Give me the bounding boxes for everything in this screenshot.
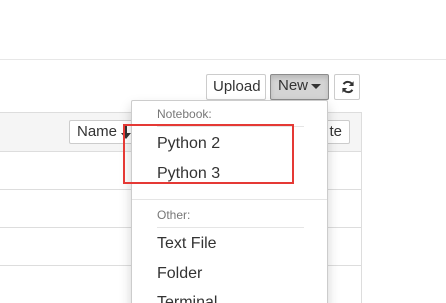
new-button-label: New bbox=[277, 77, 308, 94]
sort-by-name-button[interactable]: Name bbox=[69, 120, 139, 144]
refresh-icon bbox=[342, 80, 354, 94]
caret-down-icon bbox=[311, 83, 321, 89]
menu-item-python-2[interactable]: Python 2 bbox=[157, 135, 220, 153]
jupyter-file-browser: Upload New Name te Notebook: Python 2 Py… bbox=[0, 0, 446, 303]
menu-item-text-file[interactable]: Text File bbox=[157, 235, 217, 253]
modified-header-label: te bbox=[329, 123, 342, 140]
menu-divider bbox=[157, 227, 304, 228]
notebook-section-header: Notebook: bbox=[157, 107, 212, 121]
menu-divider bbox=[157, 126, 304, 127]
new-dropdown-button[interactable]: New bbox=[270, 74, 329, 100]
name-header-label: Name bbox=[77, 123, 118, 140]
refresh-button[interactable] bbox=[334, 74, 360, 100]
sort-down-icon bbox=[121, 125, 131, 139]
new-dropdown-menu: Notebook: Python 2 Python 3 Other: Text … bbox=[131, 100, 328, 303]
menu-item-folder[interactable]: Folder bbox=[157, 265, 202, 283]
menu-item-python-3[interactable]: Python 3 bbox=[157, 165, 220, 183]
menu-divider bbox=[132, 199, 327, 200]
header-divider bbox=[0, 59, 446, 60]
upload-button[interactable]: Upload bbox=[206, 74, 266, 100]
menu-item-terminal[interactable]: Terminal bbox=[157, 294, 217, 303]
other-section-header: Other: bbox=[157, 208, 191, 222]
